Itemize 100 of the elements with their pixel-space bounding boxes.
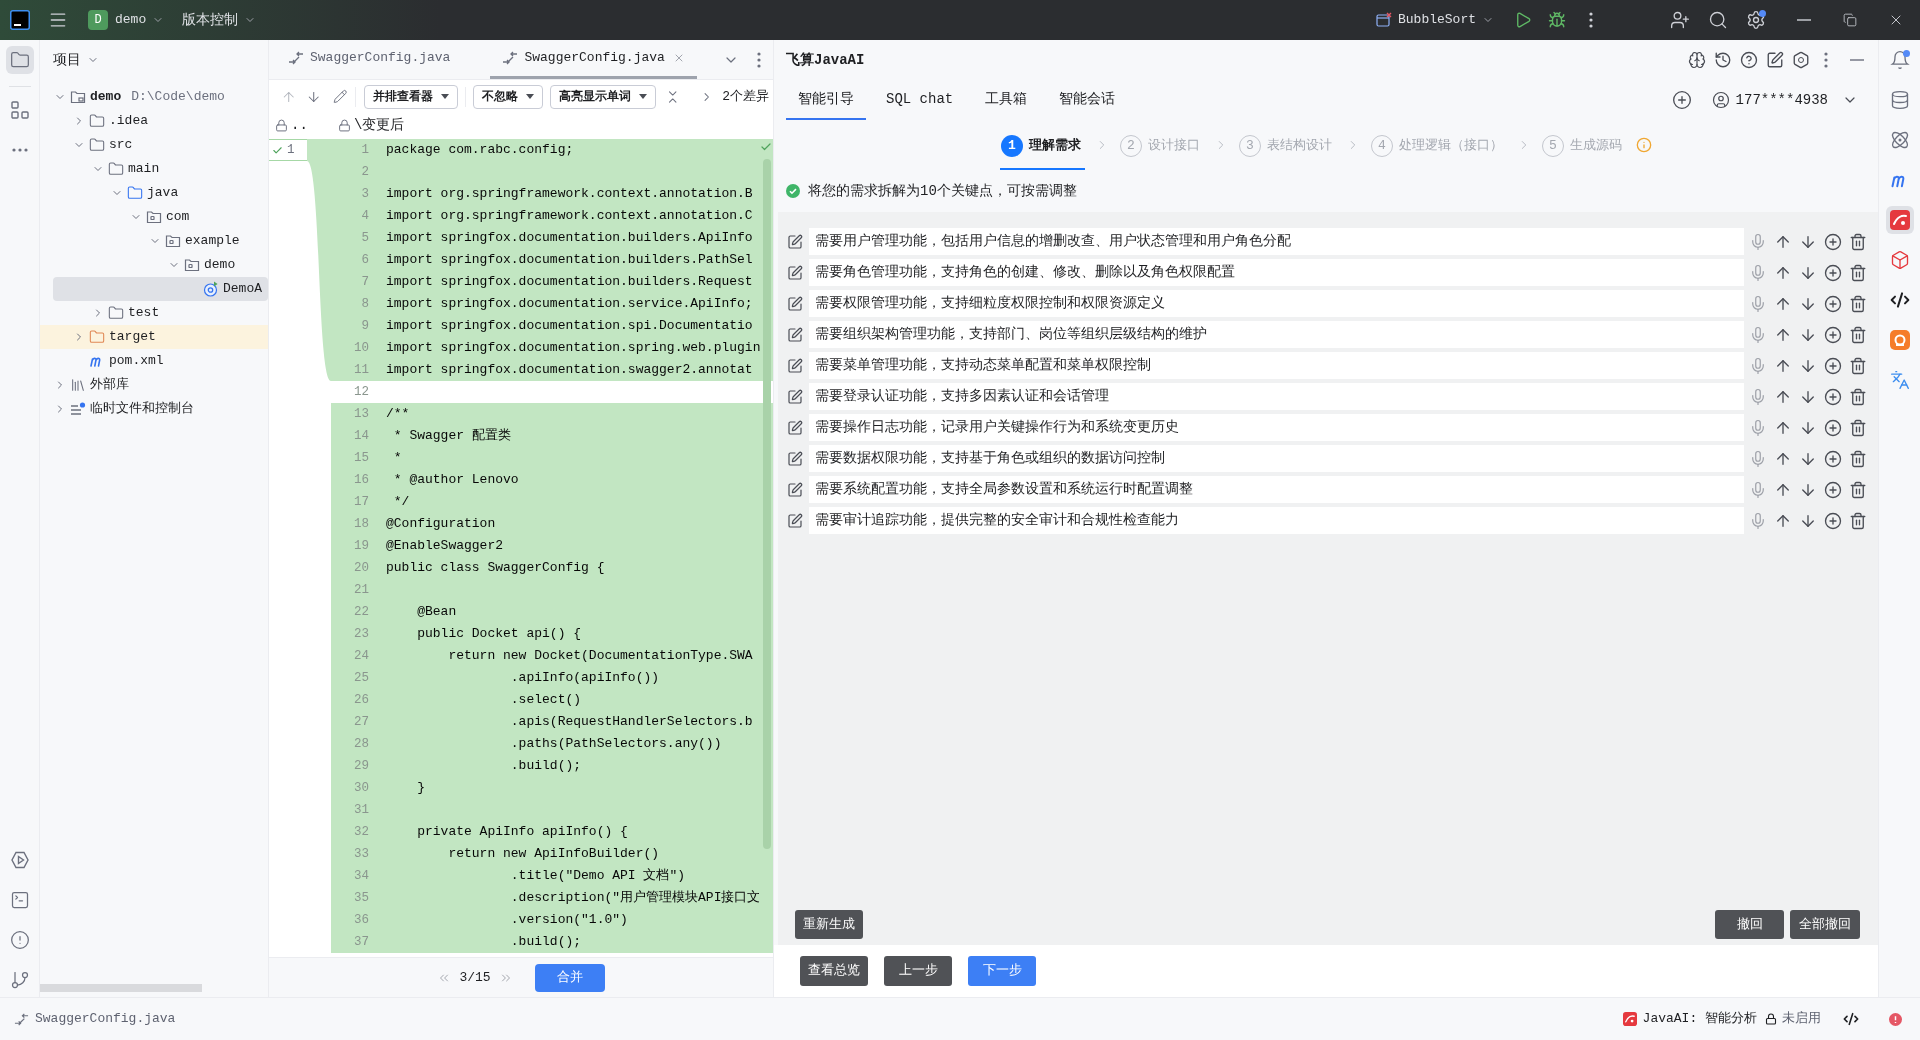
step-item[interactable]: 1 理解需求 <box>1000 124 1085 170</box>
trash-icon[interactable] <box>1849 232 1867 251</box>
plus-circle-icon[interactable] <box>1824 449 1842 468</box>
panel-tab[interactable]: 智能引导 <box>786 80 866 120</box>
trash-icon[interactable] <box>1849 480 1867 499</box>
trash-icon[interactable] <box>1849 356 1867 375</box>
alert-circle-icon[interactable] <box>9 930 30 950</box>
error-icon[interactable] <box>1889 1012 1902 1026</box>
terminal-icon[interactable] <box>9 890 30 910</box>
edit-icon[interactable] <box>787 481 803 498</box>
requirement-input[interactable]: 需要用户管理功能，包括用户信息的增删改查、用户状态管理和用户角色分配 <box>809 228 1744 255</box>
edit-icon[interactable] <box>787 264 803 281</box>
plus-circle-icon[interactable] <box>1824 294 1842 313</box>
edit-icon[interactable] <box>787 295 803 312</box>
trash-icon[interactable] <box>1849 263 1867 282</box>
edit-icon[interactable] <box>787 388 803 405</box>
trash-icon[interactable] <box>1849 418 1867 437</box>
account-menu[interactable]: 177****4938 <box>1711 89 1858 111</box>
toolbar-dropdown[interactable]: 并排查看器 <box>364 84 459 109</box>
history-icon[interactable] <box>1714 51 1732 69</box>
help-icon[interactable] <box>1740 51 1758 69</box>
tree-item[interactable]: DemoA <box>53 277 268 301</box>
app-logo-icon[interactable] <box>10 10 30 30</box>
hexagon-play-icon[interactable] <box>9 850 30 870</box>
requirement-input[interactable]: 需要权限管理功能，支持细粒度权限控制和权限资源定义 <box>809 290 1744 317</box>
tree-item[interactable]: src <box>40 133 268 157</box>
plus-circle-icon[interactable] <box>1824 263 1842 282</box>
brain-icon[interactable] <box>1688 51 1706 69</box>
vertical-scrollbar[interactable] <box>763 159 771 849</box>
settings-icon[interactable] <box>1746 10 1766 30</box>
plus-circle-icon[interactable] <box>1824 480 1842 499</box>
edit-icon[interactable] <box>787 512 803 529</box>
run-icon[interactable] <box>1514 11 1532 29</box>
add-user-icon[interactable] <box>1670 10 1690 30</box>
trash-icon[interactable] <box>1849 294 1867 313</box>
trash-icon[interactable] <box>1849 387 1867 406</box>
edit-icon[interactable] <box>787 357 803 374</box>
previous-step-button[interactable]: 上一步 <box>884 956 952 986</box>
toolbar-dropdown[interactable]: 不忽略 <box>473 84 544 109</box>
more-icon[interactable] <box>1589 12 1593 28</box>
tree-item[interactable]: demo <box>40 253 268 277</box>
trash-icon[interactable] <box>1849 325 1867 344</box>
project-view-menu[interactable]: 项目 <box>53 49 99 71</box>
bug-icon[interactable] <box>1548 11 1566 29</box>
plus-circle-icon[interactable] <box>1824 418 1842 437</box>
overview-button[interactable]: 查看总览 <box>800 956 868 986</box>
edit-icon[interactable] <box>787 326 803 343</box>
plus-circle-icon[interactable] <box>1671 90 1692 110</box>
tree-item[interactable]: target <box>40 325 268 349</box>
horizontal-scrollbar[interactable] <box>40 984 202 992</box>
regenerate-button[interactable]: 重新生成 <box>795 910 863 939</box>
requirement-input[interactable]: 需要系统配置功能，支持全局参数设置和系统运行时配置调整 <box>809 476 1744 503</box>
edit-icon[interactable] <box>1766 51 1784 69</box>
merge-button[interactable]: 合并 <box>534 963 605 992</box>
panel-tab[interactable]: 智能会话 <box>1047 80 1128 120</box>
plus-circle-icon[interactable] <box>1824 387 1842 406</box>
plus-circle-icon[interactable] <box>1824 232 1842 251</box>
tree-item[interactable]: java <box>40 181 268 205</box>
trash-icon[interactable] <box>1849 449 1867 468</box>
trash-icon[interactable] <box>1849 511 1867 530</box>
restore-icon[interactable] <box>1843 13 1857 27</box>
tree-item[interactable]: 临时文件和控制台 <box>40 397 268 421</box>
tree-item[interactable]: demo D:\Code\demo <box>40 85 268 109</box>
panel-tab[interactable]: SQL chat <box>874 80 966 120</box>
edit-icon[interactable] <box>787 419 803 436</box>
edit-icon[interactable] <box>787 233 803 250</box>
plus-circle-icon[interactable] <box>1824 511 1842 530</box>
edit-icon[interactable] <box>787 450 803 467</box>
tree-item[interactable]: test <box>40 301 268 325</box>
vcs-menu[interactable]: 版本控制 <box>182 9 257 31</box>
toolbar-dropdown[interactable]: 高亮显示单词 <box>550 84 657 109</box>
tree-item[interactable]: example <box>40 229 268 253</box>
undo-button[interactable]: 撤回 <box>1715 910 1784 939</box>
requirement-input[interactable]: 需要操作日志功能，记录用户关键操作行为和系统变更历史 <box>809 414 1744 441</box>
plugin-status[interactable]: JavaAI: 智能分析 <box>1642 1009 1757 1029</box>
hexagon-icon[interactable] <box>1792 51 1810 69</box>
requirement-input[interactable]: 需要审计追踪功能，提供完整的安全审计和合规性检查能力 <box>809 507 1744 534</box>
git-branch-icon[interactable] <box>9 970 30 990</box>
code-icon[interactable] <box>1843 1011 1859 1027</box>
more-icon[interactable] <box>757 51 761 68</box>
requirement-input[interactable]: 需要组织架构管理功能，支持部门、岗位等组织层级结构的维护 <box>809 321 1744 348</box>
requirement-input[interactable]: 需要菜单管理功能，支持动态菜单配置和菜单权限控制 <box>809 352 1744 379</box>
lock-status[interactable]: 未启用 <box>1782 1009 1821 1029</box>
status-file[interactable]: SwaggerConfig.java <box>35 1009 176 1029</box>
plus-circle-icon[interactable] <box>1824 325 1842 344</box>
tree-item[interactable]: .idea <box>40 109 268 133</box>
requirement-input[interactable]: 需要角色管理功能，支持角色的创建、修改、删除以及角色权限配置 <box>809 259 1744 286</box>
more-icon[interactable] <box>1824 52 1828 68</box>
undo-all-button[interactable]: 全部撤回 <box>1790 910 1860 939</box>
editor-tab[interactable]: SwaggerConfig.java <box>276 40 463 79</box>
tree-item[interactable]: pom.xml <box>40 349 268 373</box>
tree-item[interactable]: 外部库 <box>40 373 268 397</box>
requirement-input[interactable]: 需要登录认证功能，支持多因素认证和会话管理 <box>809 383 1744 410</box>
next-step-button[interactable]: 下一步 <box>968 956 1036 986</box>
panel-tab[interactable]: 工具箱 <box>973 80 1040 120</box>
project-menu[interactable]: demo <box>115 10 165 30</box>
tree-item[interactable]: main <box>40 157 268 181</box>
run-config-menu[interactable]: BubbleSort <box>1376 10 1494 30</box>
search-icon[interactable] <box>1708 10 1728 30</box>
plus-circle-icon[interactable] <box>1824 356 1842 375</box>
